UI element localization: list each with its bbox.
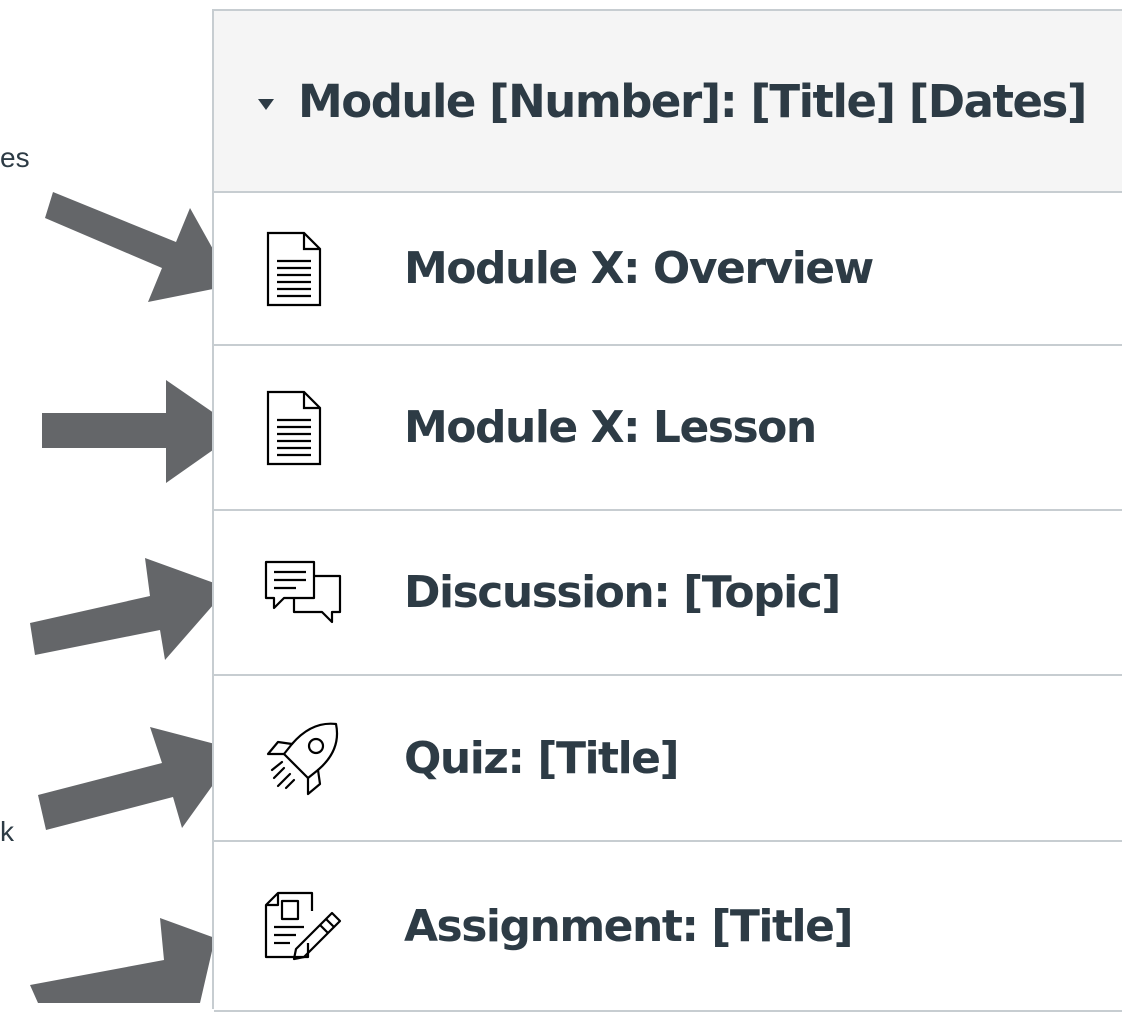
arrow-to-overview xyxy=(45,192,233,302)
quiz-rocket-icon xyxy=(264,718,364,798)
arrow-to-lesson xyxy=(42,380,240,483)
module-panel: Module [Number]: [Title] [Dates] Module … xyxy=(212,9,1122,1012)
arrow-to-discussion xyxy=(30,558,228,660)
arrow-to-quiz xyxy=(38,727,238,830)
module-item-overview[interactable]: Module X: Overview xyxy=(214,193,1122,346)
annotation-arrows xyxy=(30,192,240,1003)
arrow-to-assignment xyxy=(30,918,215,1003)
caret-down-icon[interactable] xyxy=(258,98,274,110)
item-label[interactable]: Quiz: [Title] xyxy=(404,733,680,784)
module-item-lesson[interactable]: Module X: Lesson xyxy=(214,346,1122,511)
document-icon xyxy=(264,388,364,468)
item-label[interactable]: Discussion: [Topic] xyxy=(404,567,841,618)
item-label[interactable]: Assignment: [Title] xyxy=(404,901,854,952)
module-item-discussion[interactable]: Discussion: [Topic] xyxy=(214,511,1122,676)
assignment-icon xyxy=(264,886,364,966)
item-label[interactable]: Module X: Lesson xyxy=(404,402,817,453)
module-title: Module [Number]: [Title] [Dates] xyxy=(298,74,1087,128)
discussion-icon xyxy=(264,553,364,633)
module-item-assignment[interactable]: Assignment: [Title] xyxy=(214,842,1122,1012)
module-header[interactable]: Module [Number]: [Title] [Dates] xyxy=(214,11,1122,193)
module-item-quiz[interactable]: Quiz: [Title] xyxy=(214,676,1122,842)
document-icon xyxy=(264,229,364,309)
item-label[interactable]: Module X: Overview xyxy=(404,243,874,294)
